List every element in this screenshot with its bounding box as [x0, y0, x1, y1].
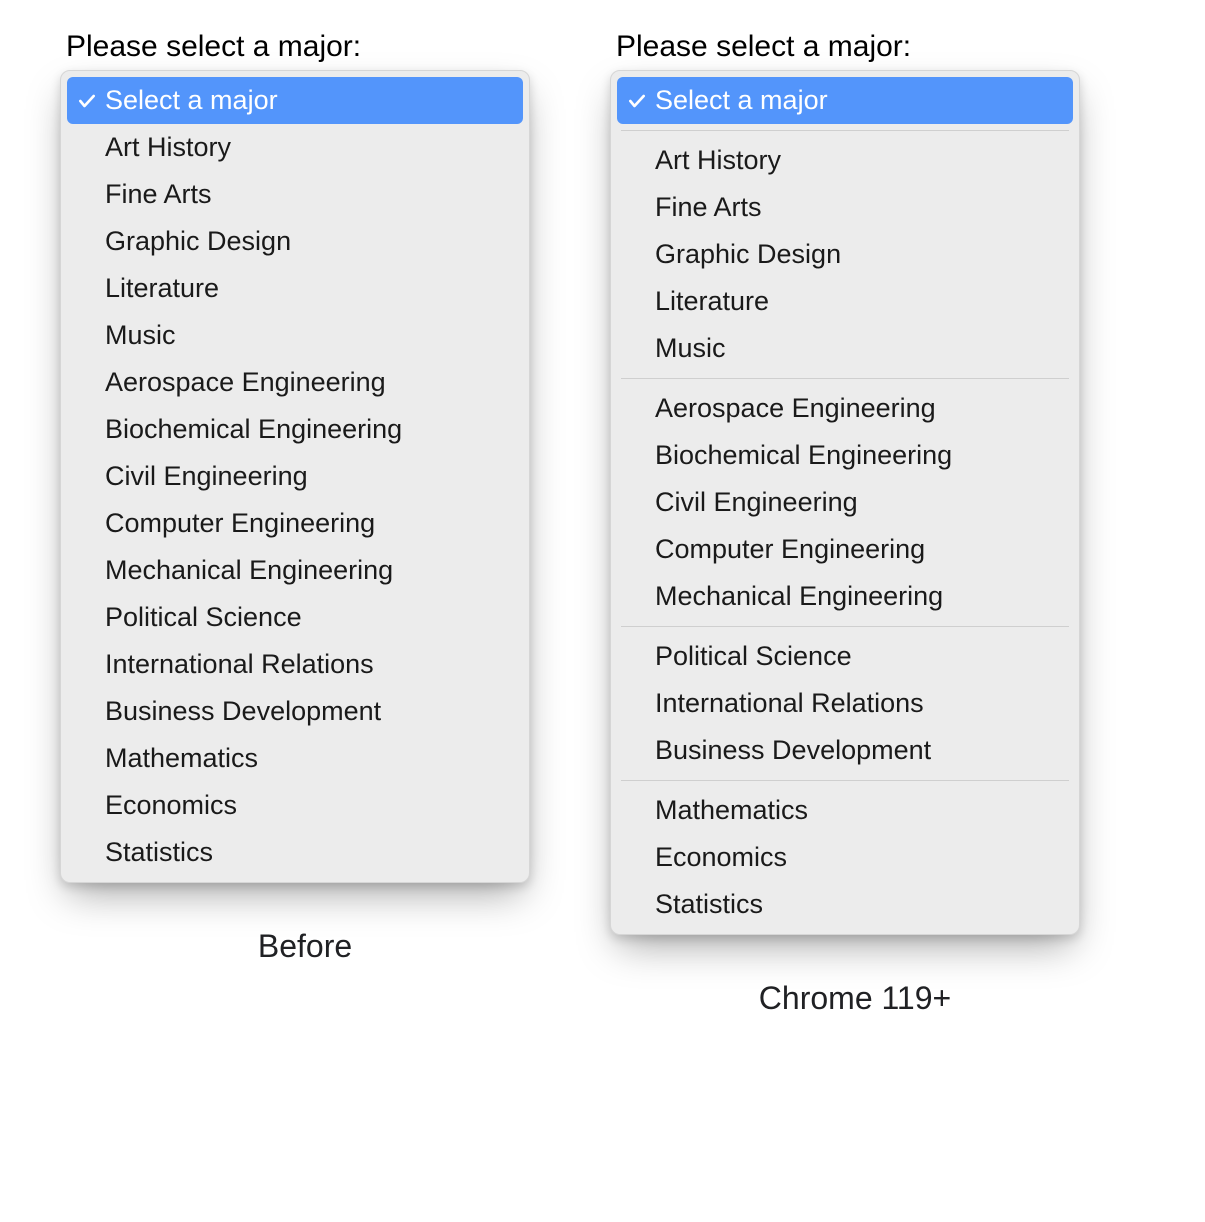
option-item[interactable]: International Relations — [617, 680, 1073, 727]
option-label: Computer Engineering — [655, 536, 925, 563]
option-label: Biochemical Engineering — [655, 442, 952, 469]
option-label: Statistics — [655, 891, 763, 918]
before-column: Please select a major: Select a major Ar… — [60, 30, 550, 965]
option-label: International Relations — [655, 690, 924, 717]
option-label: Mathematics — [655, 797, 808, 824]
option-item[interactable]: Statistics — [617, 881, 1073, 928]
option-item[interactable]: Literature — [67, 265, 523, 312]
group-divider — [621, 626, 1069, 627]
option-item[interactable]: International Relations — [67, 641, 523, 688]
option-item[interactable]: Fine Arts — [617, 184, 1073, 231]
option-item[interactable]: Art History — [67, 124, 523, 171]
caption-before: Before — [60, 928, 550, 965]
option-item[interactable]: Music — [617, 325, 1073, 372]
option-label: Business Development — [655, 737, 931, 764]
option-item[interactable]: Business Development — [67, 688, 523, 735]
option-label: Civil Engineering — [105, 463, 308, 490]
option-label: Biochemical Engineering — [105, 416, 402, 443]
option-label: Music — [105, 322, 176, 349]
option-label: Select a major — [105, 87, 278, 114]
option-item[interactable]: Economics — [617, 834, 1073, 881]
option-selected[interactable]: Select a major — [67, 77, 523, 124]
option-label: Civil Engineering — [655, 489, 858, 516]
option-label: Art History — [655, 147, 781, 174]
option-item[interactable]: Mathematics — [617, 787, 1073, 834]
option-label: Graphic Design — [105, 228, 291, 255]
group-divider — [621, 780, 1069, 781]
option-item[interactable]: Aerospace Engineering — [67, 359, 523, 406]
option-item[interactable]: Political Science — [617, 633, 1073, 680]
option-label: Music — [655, 335, 726, 362]
option-item[interactable]: Computer Engineering — [67, 500, 523, 547]
option-label: Statistics — [105, 839, 213, 866]
option-label: Computer Engineering — [105, 510, 375, 537]
option-item[interactable]: Biochemical Engineering — [67, 406, 523, 453]
option-item[interactable]: Graphic Design — [617, 231, 1073, 278]
option-label: Economics — [655, 844, 787, 871]
option-label: Fine Arts — [655, 194, 762, 221]
option-item[interactable]: Literature — [617, 278, 1073, 325]
option-item[interactable]: Fine Arts — [67, 171, 523, 218]
option-item[interactable]: Statistics — [67, 829, 523, 876]
option-item[interactable]: Mathematics — [67, 735, 523, 782]
option-item[interactable]: Civil Engineering — [617, 479, 1073, 526]
option-selected[interactable]: Select a major — [617, 77, 1073, 124]
select-menu-before[interactable]: Select a major Art History Fine Arts Graph… — [60, 70, 530, 883]
option-item[interactable]: Civil Engineering — [67, 453, 523, 500]
option-item[interactable]: Aerospace Engineering — [617, 385, 1073, 432]
option-item[interactable]: Computer Engineering — [617, 526, 1073, 573]
option-item[interactable]: Art History — [617, 137, 1073, 184]
option-label: Literature — [105, 275, 219, 302]
option-label: Mechanical Engineering — [105, 557, 393, 584]
option-label: Graphic Design — [655, 241, 841, 268]
option-item[interactable]: Business Development — [617, 727, 1073, 774]
option-label: Literature — [655, 288, 769, 315]
option-label: Art History — [105, 134, 231, 161]
option-item[interactable]: Mechanical Engineering — [67, 547, 523, 594]
option-item[interactable]: Biochemical Engineering — [617, 432, 1073, 479]
option-item[interactable]: Mechanical Engineering — [617, 573, 1073, 620]
checkmark-icon — [627, 91, 655, 111]
option-label: Political Science — [105, 604, 302, 631]
select-menu-after[interactable]: Select a major Art History Fine Arts Graph… — [610, 70, 1080, 935]
prompt-label-left: Please select a major: — [66, 30, 361, 64]
option-label: Mathematics — [105, 745, 258, 772]
option-item[interactable]: Music — [67, 312, 523, 359]
option-label: Mechanical Engineering — [655, 583, 943, 610]
group-divider — [621, 378, 1069, 379]
caption-after: Chrome 119+ — [610, 980, 1100, 1017]
option-label: Political Science — [655, 643, 852, 670]
after-column: Please select a major: Select a major Ar… — [610, 30, 1100, 1017]
prompt-label-right: Please select a major: — [616, 30, 911, 64]
option-label: Aerospace Engineering — [655, 395, 936, 422]
option-label: Economics — [105, 792, 237, 819]
option-item[interactable]: Economics — [67, 782, 523, 829]
option-label: Fine Arts — [105, 181, 212, 208]
option-label: Aerospace Engineering — [105, 369, 386, 396]
option-label: International Relations — [105, 651, 374, 678]
checkmark-icon — [77, 91, 105, 111]
option-label: Business Development — [105, 698, 381, 725]
option-item[interactable]: Political Science — [67, 594, 523, 641]
group-divider — [621, 130, 1069, 131]
option-label: Select a major — [655, 87, 828, 114]
option-item[interactable]: Graphic Design — [67, 218, 523, 265]
